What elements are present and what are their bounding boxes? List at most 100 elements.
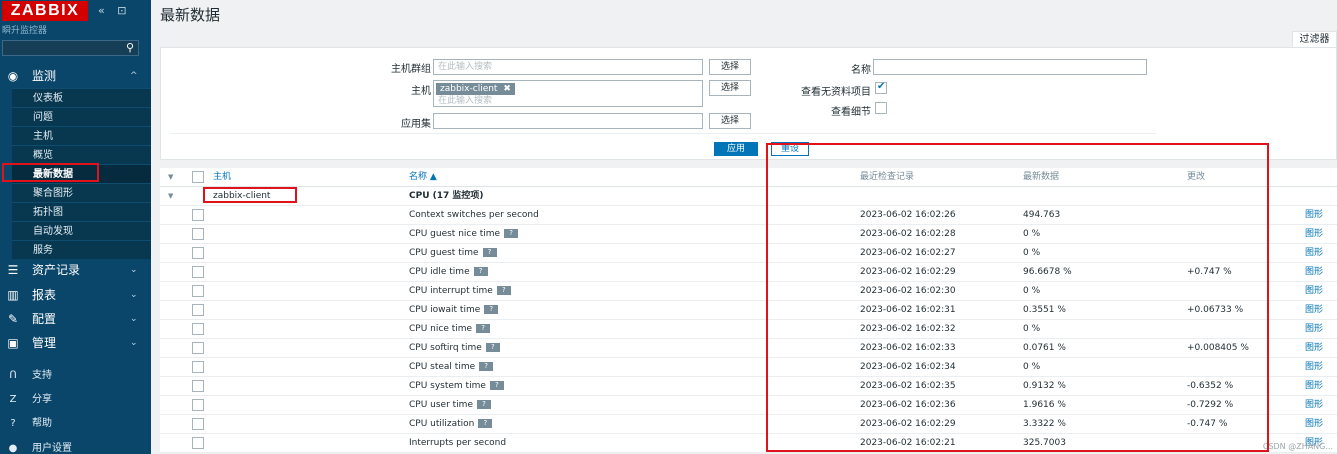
row-checkbox[interactable] bbox=[192, 342, 204, 354]
help-icon[interactable]: ? bbox=[489, 381, 504, 390]
sidebar-section-label: 监测 bbox=[32, 69, 57, 83]
change-value: -0.7292 % bbox=[1187, 400, 1234, 410]
graph-link[interactable]: 图形 bbox=[1305, 377, 1323, 396]
help-icon[interactable]: ? bbox=[478, 419, 493, 428]
search-icon[interactable]: ⚲ bbox=[126, 41, 134, 55]
row-checkbox[interactable] bbox=[192, 361, 204, 373]
item-name-text: CPU idle time bbox=[409, 267, 470, 277]
host-group-select-button[interactable]: 选择 bbox=[709, 59, 751, 75]
graph-link[interactable]: 图形 bbox=[1305, 225, 1323, 244]
item-name: CPU guest time? bbox=[409, 244, 497, 263]
row-checkbox[interactable] bbox=[192, 247, 204, 259]
sidebar-section-monitoring[interactable]: ◉ 监测 ^ bbox=[0, 64, 151, 88]
sidebar-user-settings[interactable]: ● 用户设置 bbox=[0, 440, 151, 454]
graph-link[interactable]: 图形 bbox=[1305, 263, 1323, 282]
name-input[interactable] bbox=[873, 59, 1147, 75]
sidebar-item-monitoring-3[interactable]: 概览 bbox=[12, 145, 151, 164]
table-row: Context switches per second 2023-06-02 16… bbox=[160, 206, 1337, 225]
application-select-button[interactable]: 选择 bbox=[709, 113, 751, 129]
row-checkbox[interactable] bbox=[192, 399, 204, 411]
table-row: CPU interrupt time? 2023-06-02 16:02:30 0 … bbox=[160, 282, 1337, 301]
help-icon[interactable]: ? bbox=[482, 248, 497, 257]
row-checkbox[interactable] bbox=[192, 380, 204, 392]
last-check-time: 2023-06-02 16:02:30 bbox=[860, 286, 956, 296]
sidebar-support[interactable]: ᑎ 支持 bbox=[0, 367, 151, 385]
last-value: 325.7003 bbox=[1023, 438, 1066, 448]
apply-button[interactable]: 应用 bbox=[714, 142, 758, 156]
row-checkbox[interactable] bbox=[192, 266, 204, 278]
row-checkbox[interactable] bbox=[192, 418, 204, 430]
help-icon[interactable]: ? bbox=[476, 324, 491, 333]
sidebar-item-monitoring-8[interactable]: 服务 bbox=[12, 240, 151, 259]
graph-link[interactable]: 图形 bbox=[1305, 396, 1323, 415]
graph-link[interactable]: 图形 bbox=[1305, 320, 1323, 339]
column-host[interactable]: 主机 bbox=[213, 168, 231, 187]
sidebar-item-latest-data[interactable]: 最新数据 bbox=[12, 164, 151, 183]
sidebar-section-configuration[interactable]: ✎ 配置 ⌄ bbox=[0, 307, 151, 331]
host-select-button[interactable]: 选择 bbox=[709, 80, 751, 96]
help-icon[interactable]: ? bbox=[476, 400, 491, 409]
sidebar-section-reports[interactable]: ▥ 报表 ⌄ bbox=[0, 283, 151, 307]
graph-link[interactable]: 图形 bbox=[1305, 415, 1323, 434]
select-all-checkbox[interactable] bbox=[192, 171, 204, 183]
column-last-value: 最新数据 bbox=[1023, 172, 1060, 182]
help-icon[interactable]: ? bbox=[485, 343, 500, 352]
remove-tag-icon[interactable]: ✖ bbox=[503, 84, 511, 94]
sidebar-help[interactable]: ? 帮助 bbox=[0, 415, 151, 433]
kiosk-mode-icon[interactable]: ⊡ bbox=[117, 4, 126, 17]
row-checkbox[interactable] bbox=[192, 285, 204, 297]
collapse-group-icon[interactable]: ▼ bbox=[168, 187, 173, 206]
sidebar-item-monitoring-2[interactable]: 主机 bbox=[12, 126, 151, 145]
item-name: CPU nice time? bbox=[409, 320, 491, 339]
filter-tab[interactable]: 过滤器 bbox=[1292, 31, 1337, 47]
last-check-time: 2023-06-02 16:02:27 bbox=[860, 248, 956, 258]
sidebar-section-inventory[interactable]: ☰ 资产记录 ⌄ bbox=[0, 258, 151, 282]
item-name: CPU iowait time? bbox=[409, 301, 499, 320]
reset-button[interactable]: 重设 bbox=[771, 142, 809, 156]
graph-link[interactable]: 图形 bbox=[1305, 339, 1323, 358]
column-last-check: 最近检查记录 bbox=[860, 172, 915, 182]
sidebar-item-monitoring-5[interactable]: 聚合图形 bbox=[12, 183, 151, 202]
show-without-data-checkbox[interactable] bbox=[875, 81, 887, 94]
host-group-input[interactable]: 在此输入搜索 bbox=[433, 59, 703, 75]
column-name[interactable]: 名称 ▲ bbox=[409, 168, 437, 187]
sidebar-share[interactable]: Z 分享 bbox=[0, 391, 151, 409]
change-value: +0.008405 % bbox=[1187, 343, 1249, 353]
graph-link[interactable]: 图形 bbox=[1305, 301, 1323, 320]
sidebar-item-monitoring-1[interactable]: 问题 bbox=[12, 107, 151, 126]
host-multiselect[interactable]: zabbix-client ✖ 在此输入搜索 bbox=[433, 80, 703, 107]
help-icon[interactable]: ? bbox=[473, 267, 488, 276]
server-name: 瞬升监控器 bbox=[2, 26, 48, 36]
item-name: CPU system time? bbox=[409, 377, 504, 396]
host-group-row[interactable]: ▼ zabbix-client CPU (17 监控项) bbox=[160, 187, 1337, 206]
help-icon[interactable]: ? bbox=[479, 362, 494, 371]
sidebar-item-monitoring-6[interactable]: 拓扑图 bbox=[12, 202, 151, 221]
row-checkbox[interactable] bbox=[192, 228, 204, 240]
chart-icon: ▥ bbox=[7, 288, 19, 302]
help-icon[interactable]: ? bbox=[504, 229, 519, 238]
application-group: CPU (17 监控项) bbox=[409, 191, 484, 201]
last-check-time: 2023-06-02 16:02:33 bbox=[860, 343, 956, 353]
help-icon[interactable]: ? bbox=[484, 305, 499, 314]
graph-link[interactable]: 图形 bbox=[1305, 358, 1323, 377]
host-search-placeholder[interactable]: 在此输入搜索 bbox=[438, 94, 492, 108]
graph-link[interactable]: 图形 bbox=[1305, 244, 1323, 263]
last-value: 96.6678 % bbox=[1023, 267, 1072, 277]
help-icon[interactable]: ? bbox=[496, 286, 511, 295]
sidebar-item-monitoring-7[interactable]: 自动发现 bbox=[12, 221, 151, 240]
sidebar-section-administration[interactable]: ▣ 管理 ⌄ bbox=[0, 331, 151, 355]
sidebar-search-input[interactable]: ⚲ bbox=[2, 40, 139, 56]
graph-link[interactable]: 图形 bbox=[1305, 206, 1323, 225]
row-checkbox[interactable] bbox=[192, 209, 204, 221]
show-details-checkbox[interactable] bbox=[875, 102, 887, 114]
row-checkbox[interactable] bbox=[192, 323, 204, 335]
sidebar-item-monitoring-0[interactable]: 仪表板 bbox=[12, 88, 151, 107]
application-input[interactable] bbox=[433, 113, 703, 129]
graph-link[interactable]: 图形 bbox=[1305, 282, 1323, 301]
row-checkbox[interactable] bbox=[192, 437, 204, 449]
collapse-all-icon[interactable]: ▼ bbox=[168, 168, 173, 187]
row-checkbox[interactable] bbox=[192, 304, 204, 316]
last-check-time: 2023-06-02 16:02:32 bbox=[860, 324, 956, 334]
zabbix-logo[interactable]: ZABBIX bbox=[2, 1, 88, 21]
collapse-sidebar-icon[interactable]: « bbox=[98, 4, 105, 17]
